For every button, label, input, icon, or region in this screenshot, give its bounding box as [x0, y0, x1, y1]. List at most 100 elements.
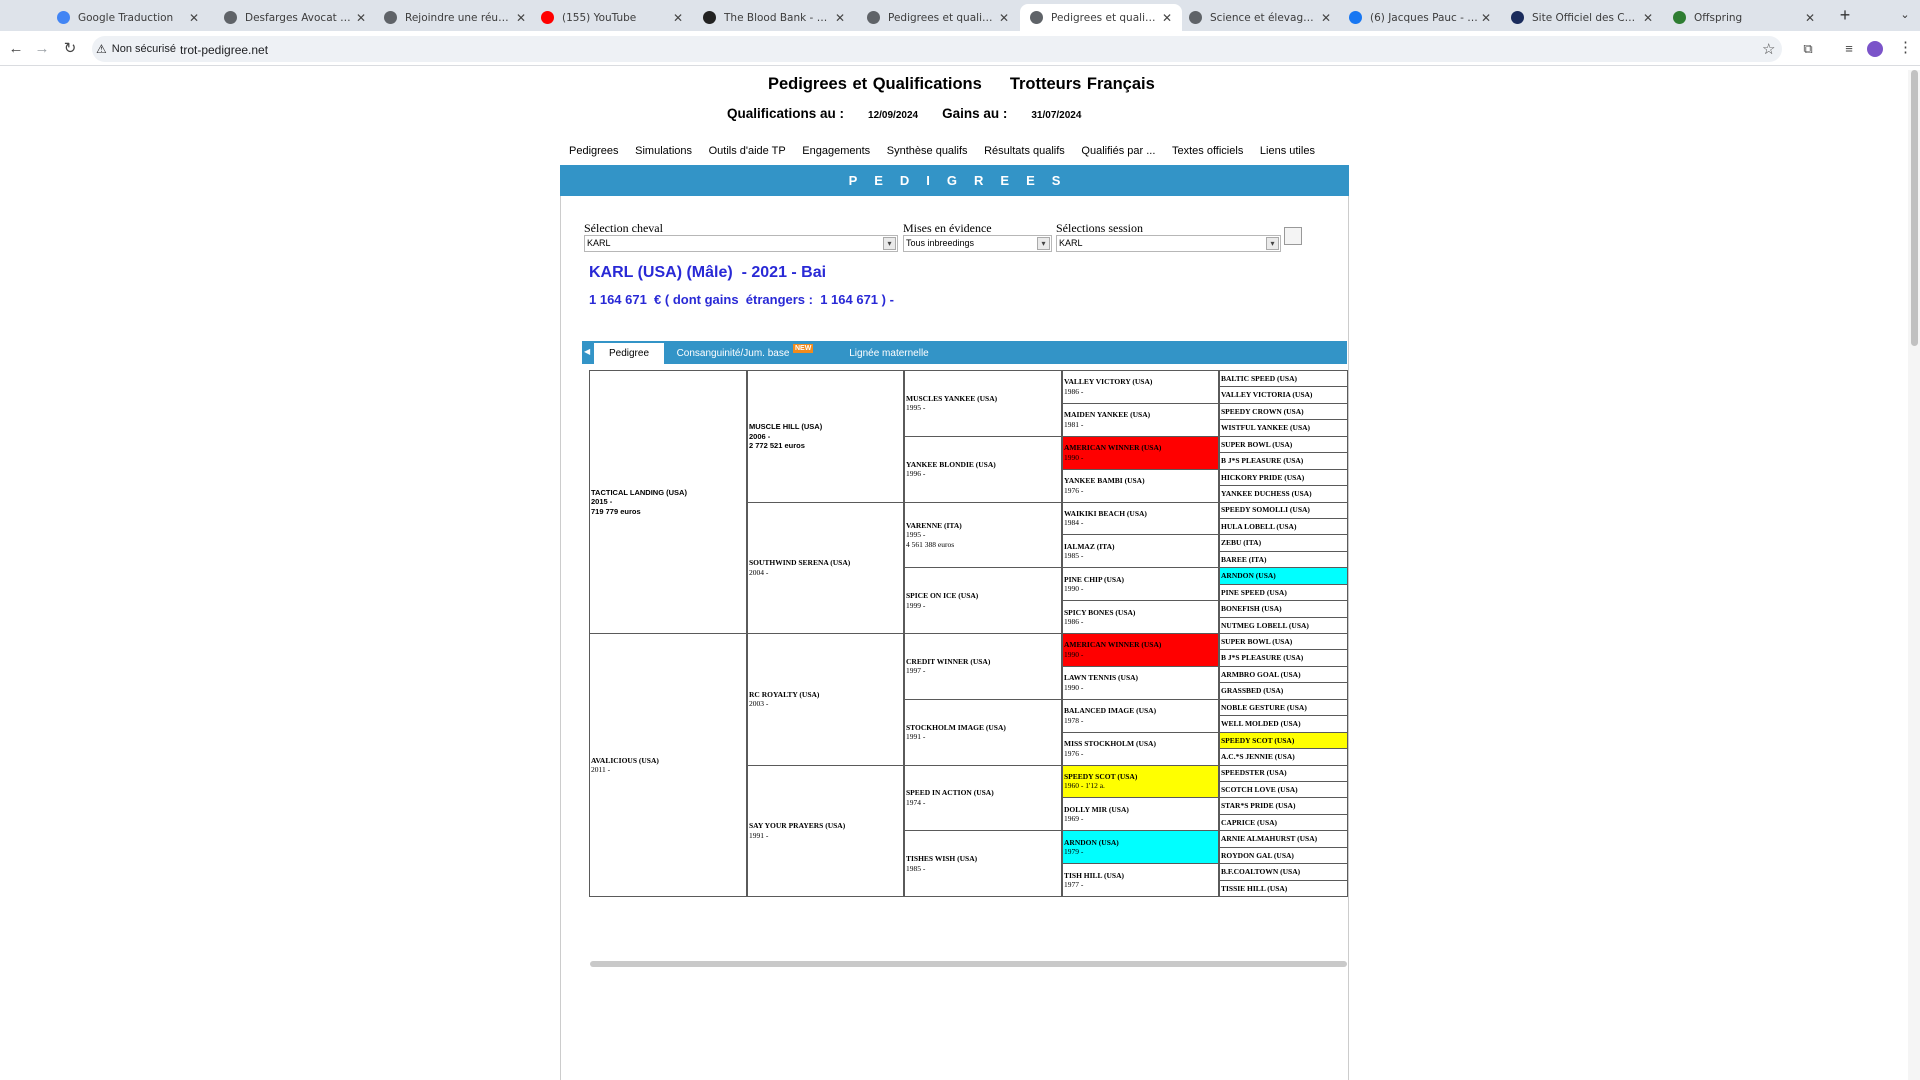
pedigree-cell[interactable]: PINE CHIP (USA) 1990 - — [1062, 567, 1219, 602]
ancestor-name[interactable]: LAWN TENNIS (USA) — [1064, 673, 1218, 683]
ancestor-name[interactable]: HULA LOBELL (USA) — [1221, 522, 1347, 532]
pedigree-cell[interactable]: YANKEE BAMBI (USA) 1976 - — [1062, 468, 1219, 503]
ancestor-name[interactable]: SPEED IN ACTION (USA) — [906, 788, 1061, 798]
media-controls-icon[interactable]: ≡ — [1840, 41, 1858, 56]
ancestor-name[interactable]: WISTFUL YANKEE (USA) — [1221, 423, 1347, 433]
ancestor-name[interactable]: SPICY BONES (USA) — [1064, 608, 1218, 618]
close-tab-icon[interactable]: ✕ — [1479, 11, 1493, 25]
pedigree-cell[interactable]: SOUTHWIND SERENA (USA) 2004 - — [747, 501, 904, 634]
pedigree-cell[interactable]: STOCKHOLM IMAGE (USA) 1991 - — [904, 698, 1062, 766]
ancestor-name[interactable]: IALMAZ (ITA) — [1064, 542, 1218, 552]
pedigree-cell[interactable]: MISS STOCKHOLM (USA) 1976 - — [1062, 731, 1219, 766]
pedigree-cell[interactable]: A.C.*S JENNIE (USA) — [1219, 748, 1348, 766]
browser-tab[interactable]: Google Traduction ✕ — [47, 4, 209, 31]
ancestor-name[interactable]: BONEFISH (USA) — [1221, 604, 1347, 614]
ancestor-name[interactable]: SOUTHWIND SERENA (USA) — [749, 558, 903, 568]
ancestor-name[interactable]: TISSIE HILL (USA) — [1221, 884, 1347, 894]
pedigree-cell[interactable]: ARNDON (USA) 1979 - — [1062, 830, 1219, 865]
ancestor-name[interactable]: AMERICAN WINNER (USA) — [1064, 443, 1218, 453]
ancestor-name[interactable]: SPEEDY SCOT (USA) — [1221, 736, 1347, 746]
ancestor-name[interactable]: YANKEE BLONDIE (USA) — [906, 460, 1061, 470]
url-text[interactable]: trot-pedigree.net — [180, 43, 268, 57]
close-tab-icon[interactable]: ✕ — [1641, 11, 1655, 25]
browser-tab[interactable]: Pedigrees et qualification✕ — [1020, 4, 1182, 31]
broken-image-icon[interactable] — [1284, 227, 1302, 245]
pedigree-cell[interactable]: BONEFISH (USA) — [1219, 600, 1348, 618]
pedigree-cell[interactable]: VARENNE (ITA) 1995 -4 561 388 euros — [904, 501, 1062, 569]
pedigree-cell[interactable]: SAY YOUR PRAYERS (USA) 1991 - — [747, 764, 904, 897]
pedigree-cell[interactable]: BAREE (ITA) — [1219, 550, 1348, 569]
tab-search-chevron-icon[interactable]: ⌄ — [1896, 6, 1914, 24]
pedigree-cell[interactable]: B.F.COALTOWN (USA) — [1219, 863, 1348, 881]
ancestor-name[interactable]: SUPER BOWL (USA) — [1221, 637, 1347, 647]
horse-select[interactable]: KARL ▾ — [584, 235, 898, 252]
browser-tab[interactable]: Desfarges Avocat Strasbourg✕ — [214, 4, 376, 31]
pedigree-cell[interactable]: SPEEDY SOMOLLI (USA) — [1219, 501, 1348, 519]
pedigree-cell[interactable]: TISSIE HILL (USA) — [1219, 879, 1348, 897]
pedigree-cell[interactable]: SPEED IN ACTION (USA) 1974 - — [904, 764, 1062, 832]
ancestor-name[interactable]: MISS STOCKHOLM (USA) — [1064, 739, 1218, 749]
ancestor-name[interactable]: SAY YOUR PRAYERS (USA) — [749, 821, 903, 831]
ancestor-name[interactable]: SCOTCH LOVE (USA) — [1221, 785, 1347, 795]
ancestor-name[interactable]: ARNIE ALMAHURST (USA) — [1221, 834, 1347, 844]
menu-item[interactable]: Outils d'aide TP — [709, 145, 786, 157]
pedigree-cell[interactable]: STAR*S PRIDE (USA) — [1219, 797, 1348, 815]
ancestor-name[interactable]: VALLEY VICTORY (USA) — [1064, 377, 1218, 387]
pedigree-cell[interactable]: IALMAZ (ITA) 1985 - — [1062, 534, 1219, 569]
ancestor-name[interactable]: B J*S PLEASURE (USA) — [1221, 456, 1347, 466]
ancestor-name[interactable]: MAIDEN YANKEE (USA) — [1064, 410, 1218, 420]
pedigree-cell[interactable]: SPEEDY SCOT (USA) 1960 - 1'12 a. — [1062, 764, 1219, 799]
ancestor-name[interactable]: ARNDON (USA) — [1064, 838, 1218, 848]
menu-item[interactable]: Synthèse qualifs — [887, 145, 968, 157]
pedigree-cell[interactable]: MAIDEN YANKEE (USA) 1981 - — [1062, 402, 1219, 437]
pedigree-cell[interactable]: TISHES WISH (USA) 1985 - — [904, 830, 1062, 897]
ancestor-name[interactable]: PINE SPEED (USA) — [1221, 588, 1347, 598]
pedigree-cell[interactable]: LAWN TENNIS (USA) 1990 - — [1062, 665, 1219, 700]
pedigree-cell[interactable]: DOLLY MIR (USA) 1969 - — [1062, 797, 1219, 832]
ancestor-name[interactable]: B J*S PLEASURE (USA) — [1221, 653, 1347, 663]
ancestor-name[interactable]: VARENNE (ITA) — [906, 521, 1061, 531]
ancestor-name[interactable]: STOCKHOLM IMAGE (USA) — [906, 723, 1061, 733]
forward-arrow-icon[interactable]: → — [31, 38, 53, 60]
menu-item[interactable]: Engagements — [802, 145, 870, 157]
browser-tab[interactable]: Rejoindre une réunion en✕ — [374, 4, 536, 31]
chevron-down-icon[interactable]: ▾ — [883, 237, 896, 250]
ancestor-name[interactable]: AMERICAN WINNER (USA) — [1064, 640, 1218, 650]
tab-consanguinite[interactable]: Consanguinité/Jum. base — [668, 343, 798, 364]
pedigree-cell[interactable]: HULA LOBELL (USA) — [1219, 517, 1348, 536]
ancestor-name[interactable]: NOBLE GESTURE (USA) — [1221, 703, 1347, 713]
tab-scroll-left-icon[interactable]: ◀ — [584, 347, 590, 356]
extensions-puzzle-icon[interactable]: ⧉ — [1799, 41, 1817, 57]
pedigree-cell[interactable]: TISH HILL (USA) 1977 - — [1062, 863, 1219, 897]
close-tab-icon[interactable]: ✕ — [514, 11, 528, 25]
ancestor-name[interactable]: BAREE (ITA) — [1221, 555, 1347, 565]
pedigree-cell[interactable]: NUTMEG LOBELL (USA) — [1219, 616, 1348, 634]
pedigree-cell[interactable]: AMERICAN WINNER (USA) 1990 - — [1062, 633, 1219, 667]
close-tab-icon[interactable]: ✕ — [187, 11, 201, 25]
browser-tab[interactable]: (6) Jacques Pauc - "SI T✕ — [1339, 4, 1501, 31]
pedigree-cell[interactable]: GRASSBED (USA) — [1219, 682, 1348, 700]
ancestor-name[interactable]: SPICE ON ICE (USA) — [906, 591, 1061, 601]
browser-tab[interactable]: Pedigrees et qualification✕ — [857, 4, 1019, 31]
chevron-down-icon[interactable]: ▾ — [1037, 237, 1050, 250]
pedigree-cell[interactable]: VALLEY VICTORY (USA) 1986 - — [1062, 370, 1219, 404]
ancestor-name[interactable]: WAIKIKI BEACH (USA) — [1064, 509, 1218, 519]
pedigree-cell[interactable]: TACTICAL LANDING (USA) 2015 -719 779 euro… — [589, 370, 747, 634]
pedigree-cell[interactable]: SPEEDY CROWN (USA) — [1219, 402, 1348, 421]
browser-tab[interactable]: Offspring ✕ — [1663, 4, 1825, 31]
menu-item[interactable]: Textes officiels — [1172, 145, 1243, 157]
pedigree-cell[interactable]: YANKEE BLONDIE (USA) 1996 - — [904, 435, 1062, 503]
menu-item[interactable]: Liens utiles — [1260, 145, 1315, 157]
close-tab-icon[interactable]: ✕ — [1319, 11, 1333, 25]
pedigree-cell[interactable]: SUPER BOWL (USA) — [1219, 633, 1348, 651]
menu-item[interactable]: Pedigrees — [569, 145, 619, 157]
bookmark-star-icon[interactable]: ☆ — [1762, 40, 1775, 58]
ancestor-name[interactable]: B.F.COALTOWN (USA) — [1221, 867, 1347, 877]
close-tab-icon[interactable]: ✕ — [671, 11, 685, 25]
pedigree-cell[interactable]: ZEBU (ITA) — [1219, 534, 1348, 552]
pedigree-cell[interactable]: PINE SPEED (USA) — [1219, 583, 1348, 602]
close-tab-icon[interactable]: ✕ — [833, 11, 847, 25]
ancestor-name[interactable]: PINE CHIP (USA) — [1064, 575, 1218, 585]
ancestor-name[interactable]: CAPRICE (USA) — [1221, 818, 1347, 828]
pedigree-cell[interactable]: SCOTCH LOVE (USA) — [1219, 780, 1348, 799]
